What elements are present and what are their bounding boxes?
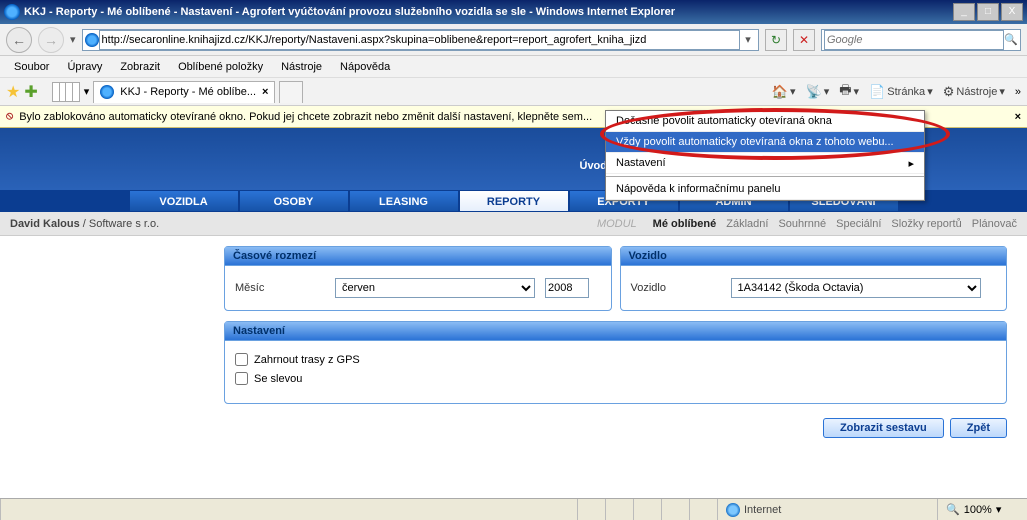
close-button[interactable]: X: [1001, 3, 1023, 21]
subtab-zakladni[interactable]: Základní: [726, 218, 768, 230]
minimize-button[interactable]: _: [953, 3, 975, 21]
print-button[interactable]: 🖶▾: [839, 81, 859, 103]
panel-nastaveni: Nastavení Zahrnout trasy z GPS Se slevou: [224, 321, 1007, 404]
infobar-text: Bylo zablokováno automaticky otevírané o…: [19, 111, 592, 123]
zoom-control[interactable]: 🔍 100% ▾: [937, 499, 1027, 520]
search-icon[interactable]: 🔍: [1004, 33, 1018, 46]
subtab-specialni[interactable]: Speciální: [836, 218, 881, 230]
subtab-souhrnne[interactable]: Souhrnné: [778, 218, 826, 230]
panel-title-vozidlo: Vozidlo: [621, 247, 1007, 266]
label-zahrnout-gps: Zahrnout trasy z GPS: [254, 354, 360, 366]
popup-menu-help[interactable]: Nápověda k informačnímu panelu: [606, 179, 924, 200]
menu-oblibene[interactable]: Oblíbené položky: [170, 59, 271, 75]
select-vozidlo[interactable]: 1A34142 (Škoda Octavia): [731, 278, 981, 298]
tools-menu[interactable]: ⚙Nástroje▾: [943, 84, 1005, 100]
subtab-oblibene[interactable]: Mé oblíbené: [653, 218, 717, 230]
status-cell-3: [633, 499, 661, 520]
label-modul: MODUL: [597, 218, 637, 230]
refresh-button[interactable]: ↻: [765, 29, 787, 51]
menu-nastroje[interactable]: Nástroje: [273, 59, 330, 75]
popup-blocker-menu: Dočasně povolit automaticky otevíraná ok…: [605, 110, 925, 201]
address-dropdown-icon[interactable]: ▾: [740, 33, 756, 46]
nav-reporty[interactable]: REPORTY: [459, 190, 569, 212]
address-input[interactable]: [99, 30, 740, 50]
add-favorite-icon[interactable]: ✚: [24, 82, 37, 102]
search-box[interactable]: 🔍: [821, 29, 1021, 51]
panel-vozidlo: Vozidlo Vozidlo 1A34142 (Škoda Octavia): [620, 246, 1008, 311]
checkbox-zahrnout-gps[interactable]: [235, 353, 248, 366]
button-zpet[interactable]: Zpět: [950, 418, 1007, 438]
popup-menu-settings[interactable]: Nastavení▸: [606, 153, 924, 174]
tab-row: ★ ✚ ▾ KKJ - Reporty - Mé oblíbe... × 🏠▾ …: [0, 78, 1027, 106]
tab-close-icon[interactable]: ×: [262, 86, 268, 98]
new-tab-button[interactable]: [279, 81, 303, 103]
button-zobrazit-sestavu[interactable]: Zobrazit sestavu: [823, 418, 944, 438]
status-text: [0, 499, 577, 520]
forward-button[interactable]: →: [38, 27, 64, 53]
back-button[interactable]: ←: [6, 27, 32, 53]
menu-napoveda[interactable]: Nápověda: [332, 59, 398, 75]
checkbox-se-slevou[interactable]: [235, 372, 248, 385]
form-area: Časové rozmezí Měsíc červen Vozidlo Vozi…: [0, 236, 1027, 446]
tab-favicon: [100, 85, 114, 99]
sub-header: David Kalous / Software s r.o. MODUL Mé …: [0, 212, 1027, 236]
menu-zobrazit[interactable]: Zobrazit: [112, 59, 168, 75]
subtab-slozky[interactable]: Složky reportů: [891, 218, 961, 230]
status-cell-1: [577, 499, 605, 520]
nav-row: ← → ▾ ▾ ↻ ✕ 🔍: [0, 24, 1027, 56]
ie-icon: [4, 4, 20, 20]
quick-tabs-button[interactable]: [52, 82, 80, 102]
infobar-close-icon[interactable]: ×: [1015, 111, 1021, 123]
warning-icon: ⦸: [6, 110, 13, 123]
browser-tab[interactable]: KKJ - Reporty - Mé oblíbe... ×: [93, 81, 275, 103]
nav-vozidla[interactable]: VOZIDLA: [129, 190, 239, 212]
nav-osoby[interactable]: OSOBY: [239, 190, 349, 212]
zoom-icon: 🔍: [946, 503, 960, 516]
menu-soubor[interactable]: Soubor: [6, 59, 57, 75]
page-menu[interactable]: 📄Stránka▾: [869, 84, 933, 100]
feeds-button[interactable]: 📡▾: [806, 84, 830, 100]
user-breadcrumb: David Kalous / Software s r.o.: [10, 218, 159, 230]
nav-dropdown-icon[interactable]: ▾: [70, 33, 76, 46]
maximize-button[interactable]: □: [977, 3, 999, 21]
tab-list-dropdown-icon[interactable]: ▾: [84, 85, 90, 98]
popup-menu-temp-allow[interactable]: Dočasně povolit automaticky otevíraná ok…: [606, 111, 924, 132]
stop-button[interactable]: ✕: [793, 29, 815, 51]
status-cell-4: [661, 499, 689, 520]
subtab-planovac[interactable]: Plánovač: [972, 218, 1017, 230]
window-titlebar: KKJ - Reporty - Mé oblíbené - Nastavení …: [0, 0, 1027, 24]
globe-icon: [726, 503, 740, 517]
tab-label: KKJ - Reporty - Mé oblíbe...: [120, 86, 256, 98]
status-bar: Internet 🔍 100% ▾: [0, 498, 1027, 520]
link-uvod[interactable]: Úvod: [580, 160, 608, 172]
nav-leasing[interactable]: LEASING: [349, 190, 459, 212]
label-vozidlo: Vozidlo: [631, 282, 721, 294]
status-cell-5: [689, 499, 717, 520]
address-bar[interactable]: ▾: [82, 29, 759, 51]
page-icon: [85, 33, 99, 47]
command-bar: 🏠▾ 📡▾ 🖶▾ 📄Stránka▾ ⚙Nástroje▾ »: [772, 81, 1021, 103]
search-input[interactable]: [824, 30, 1004, 50]
chevron-right-icon[interactable]: »: [1015, 86, 1021, 98]
label-se-slevou: Se slevou: [254, 373, 302, 385]
panel-casove-rozmezi: Časové rozmezí Měsíc červen: [224, 246, 612, 311]
favorites-icon[interactable]: ★: [6, 82, 20, 102]
panel-title-nastaveni: Nastavení: [225, 322, 1006, 341]
panel-title-casove: Časové rozmezí: [225, 247, 611, 266]
menu-upravy[interactable]: Úpravy: [59, 59, 110, 75]
input-year[interactable]: [545, 278, 589, 298]
browser-menubar: Soubor Úpravy Zobrazit Oblíbené položky …: [0, 56, 1027, 78]
window-title: KKJ - Reporty - Mé oblíbené - Nastavení …: [24, 6, 675, 18]
home-button[interactable]: 🏠▾: [772, 84, 796, 100]
status-cell-2: [605, 499, 633, 520]
popup-menu-always-allow[interactable]: Vždy povolit automaticky otevíraná okna …: [606, 132, 924, 153]
select-month[interactable]: červen: [335, 278, 535, 298]
security-zone[interactable]: Internet: [717, 499, 937, 520]
label-mesic: Měsíc: [235, 282, 325, 294]
